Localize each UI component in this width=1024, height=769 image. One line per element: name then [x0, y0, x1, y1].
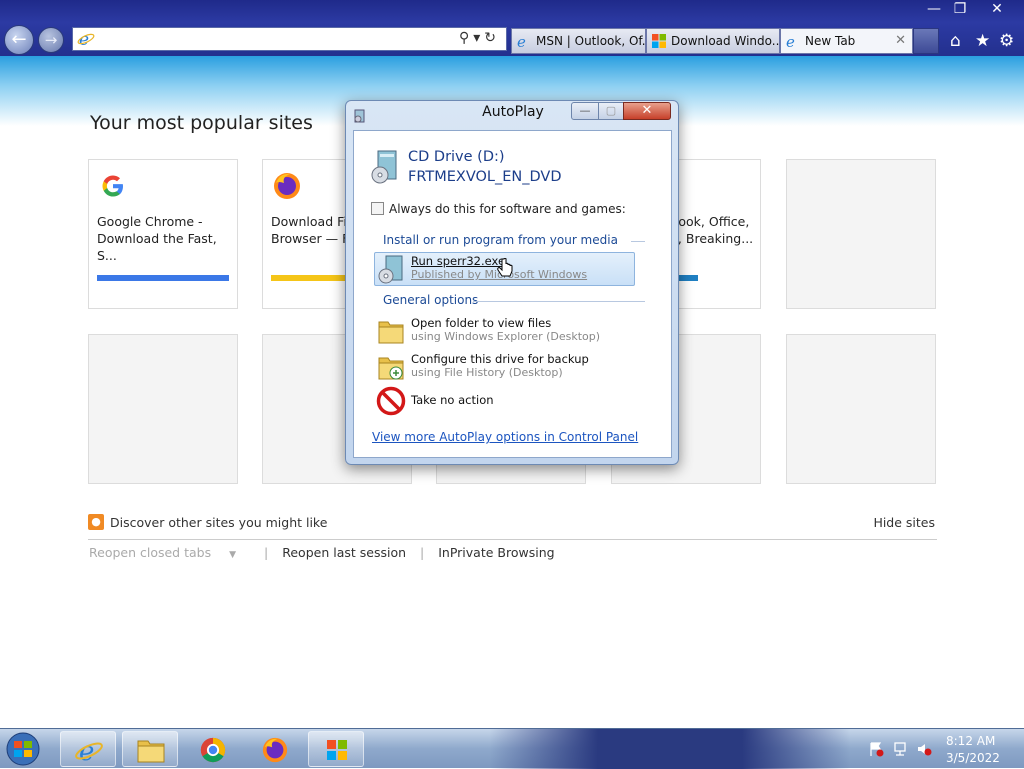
tile-title: Google Chrome - Download the Fast, S... [97, 214, 217, 263]
configure-backup-option[interactable]: Configure this drive for backup using Fi… [374, 350, 644, 384]
favorites-star-icon[interactable]: ★ [975, 31, 990, 51]
network-icon[interactable] [892, 741, 908, 757]
autoplay-dialog: AutoPlay — ▢ ✕ CD Drive (D:) FRTMEXVOL_E… [345, 100, 679, 465]
tab-label: New Tab [805, 34, 856, 48]
cd-drive-icon [371, 150, 397, 184]
volume-muted-icon[interactable] [916, 741, 932, 757]
new-tab-button[interactable] [913, 28, 939, 54]
drive-name: CD Drive (D:) FRTMEXVOL_EN_DVD [408, 149, 562, 185]
general-options-header: General options [383, 293, 645, 307]
chrome-logo-icon [200, 737, 226, 763]
taskbar-autoplay-window[interactable] [308, 731, 364, 767]
firefox-logo-icon [262, 737, 288, 763]
control-panel-link[interactable]: View more AutoPlay options in Control Pa… [372, 430, 638, 444]
cd-program-icon [378, 255, 403, 284]
site-tile-empty[interactable] [786, 334, 936, 484]
windows-logo-icon [327, 740, 347, 760]
tile-color-bar [97, 275, 229, 281]
svg-text:e: e [786, 33, 795, 49]
install-section-header: Install or run program from your media [383, 233, 645, 247]
ie-logo-icon: e [786, 33, 795, 49]
close-tab-icon[interactable]: ✕ [895, 29, 906, 53]
clock-date[interactable]: 3/5/2022 [946, 751, 1000, 765]
taskbar-firefox[interactable] [246, 731, 302, 767]
address-bar[interactable]: e ⚲▾↻ [72, 27, 507, 51]
start-button[interactable] [3, 732, 43, 766]
ie-logo-icon: e [75, 737, 103, 764]
close-window-button[interactable]: ✕ [980, 0, 1014, 20]
tab-new-tab[interactable]: e New Tab ✕ [780, 28, 913, 54]
restore-window-button[interactable]: ❐ [943, 0, 977, 20]
dialog-close-button[interactable]: ✕ [623, 102, 671, 120]
checkbox-box[interactable] [371, 202, 384, 215]
settings-gear-icon[interactable]: ⚙ [999, 31, 1014, 51]
dropdown-arrow-icon: ▼ [229, 550, 237, 560]
no-action-icon [376, 386, 406, 416]
tile-title: tlook, Office, g, Breaking... [670, 214, 754, 246]
discover-sites-link[interactable]: Discover other sites you might like [110, 515, 327, 530]
configure-backup-title: Configure this drive for backup [411, 352, 589, 366]
hand-cursor-icon [497, 258, 513, 277]
run-program-title: Run sperr32.exe [411, 254, 506, 268]
site-tile-google-chrome[interactable]: Google Chrome - Download the Fast, S... [88, 159, 238, 309]
dialog-maximize-button: ▢ [598, 102, 624, 120]
open-folder-option[interactable]: Open folder to view files using Windows … [374, 314, 644, 348]
dropdown-icon[interactable]: ▾ [473, 30, 484, 46]
open-folder-title: Open folder to view files [411, 316, 552, 330]
dialog-body: CD Drive (D:) FRTMEXVOL_EN_DVD Always do… [353, 130, 672, 458]
clock-time[interactable]: 8:12 AM [946, 734, 995, 748]
taskbar: e 8:12 AM 3/5/2022 [0, 728, 1024, 769]
action-center-flag-icon[interactable] [868, 741, 884, 757]
session-links: Reopen closed tabs ▼ | Reopen last session… [89, 545, 555, 560]
always-do-this-checkbox[interactable]: Always do this for software and games: [371, 202, 626, 216]
tab-download-windows[interactable]: Download Windo... [646, 28, 780, 54]
discover-sites-bar: ● Discover other sites you might like Hi… [88, 512, 937, 540]
open-folder-subtitle: using Windows Explorer (Desktop) [411, 330, 601, 343]
site-tile-empty[interactable] [786, 159, 936, 309]
search-icon[interactable]: ⚲ [459, 30, 473, 46]
forward-button[interactable]: → [38, 27, 64, 53]
tab-label: Download Windo... [671, 34, 780, 48]
tab-msn[interactable]: e MSN | Outlook, Of... [511, 28, 646, 54]
taskbar-internet-explorer[interactable]: e [60, 731, 116, 767]
tab-label: MSN | Outlook, Of... [536, 34, 646, 48]
forward-arrow-icon: → [44, 31, 58, 49]
svg-text:e: e [517, 33, 526, 49]
firefox-logo-icon [274, 173, 300, 199]
reopen-closed-tabs-link[interactable]: Reopen closed tabs ▼ [89, 545, 250, 560]
tile-color-bar [678, 275, 698, 281]
ie-logo-icon: e [517, 33, 526, 49]
popular-sites-title: Your most popular sites [90, 112, 313, 134]
reopen-last-session-link[interactable]: Reopen last session [282, 545, 406, 560]
refresh-icon[interactable]: ↻ [484, 30, 500, 46]
back-arrow-icon: ← [11, 29, 27, 50]
lightbulb-icon: ● [88, 514, 104, 530]
microsoft-logo-icon [652, 34, 666, 48]
hide-sites-link[interactable]: Hide sites [873, 515, 935, 530]
site-tile-empty[interactable] [88, 334, 238, 484]
take-no-action-title: Take no action [411, 393, 494, 407]
inprivate-browsing-link[interactable]: InPrivate Browsing [438, 545, 554, 560]
dialog-minimize-button[interactable]: — [571, 102, 599, 120]
google-logo-icon [102, 175, 123, 197]
back-button[interactable]: ← [4, 25, 34, 55]
folder-icon [378, 321, 404, 344]
taskbar-file-explorer[interactable] [122, 731, 178, 767]
home-icon[interactable]: ⌂ [950, 31, 961, 51]
configure-backup-subtitle: using File History (Desktop) [411, 366, 563, 379]
browser-chrome: — ❐ ✕ ← → e ⚲▾↻ e MSN | Outlook, Of... D… [0, 0, 1024, 56]
take-no-action-option[interactable]: Take no action [374, 384, 644, 418]
backup-folder-icon [378, 357, 404, 380]
address-bar-tools: ⚲▾↻ [459, 30, 500, 46]
ie-logo-icon: e [77, 30, 95, 48]
folder-icon [137, 740, 165, 763]
taskbar-chrome[interactable] [184, 731, 240, 767]
system-tray: 8:12 AM 3/5/2022 [862, 729, 1024, 769]
